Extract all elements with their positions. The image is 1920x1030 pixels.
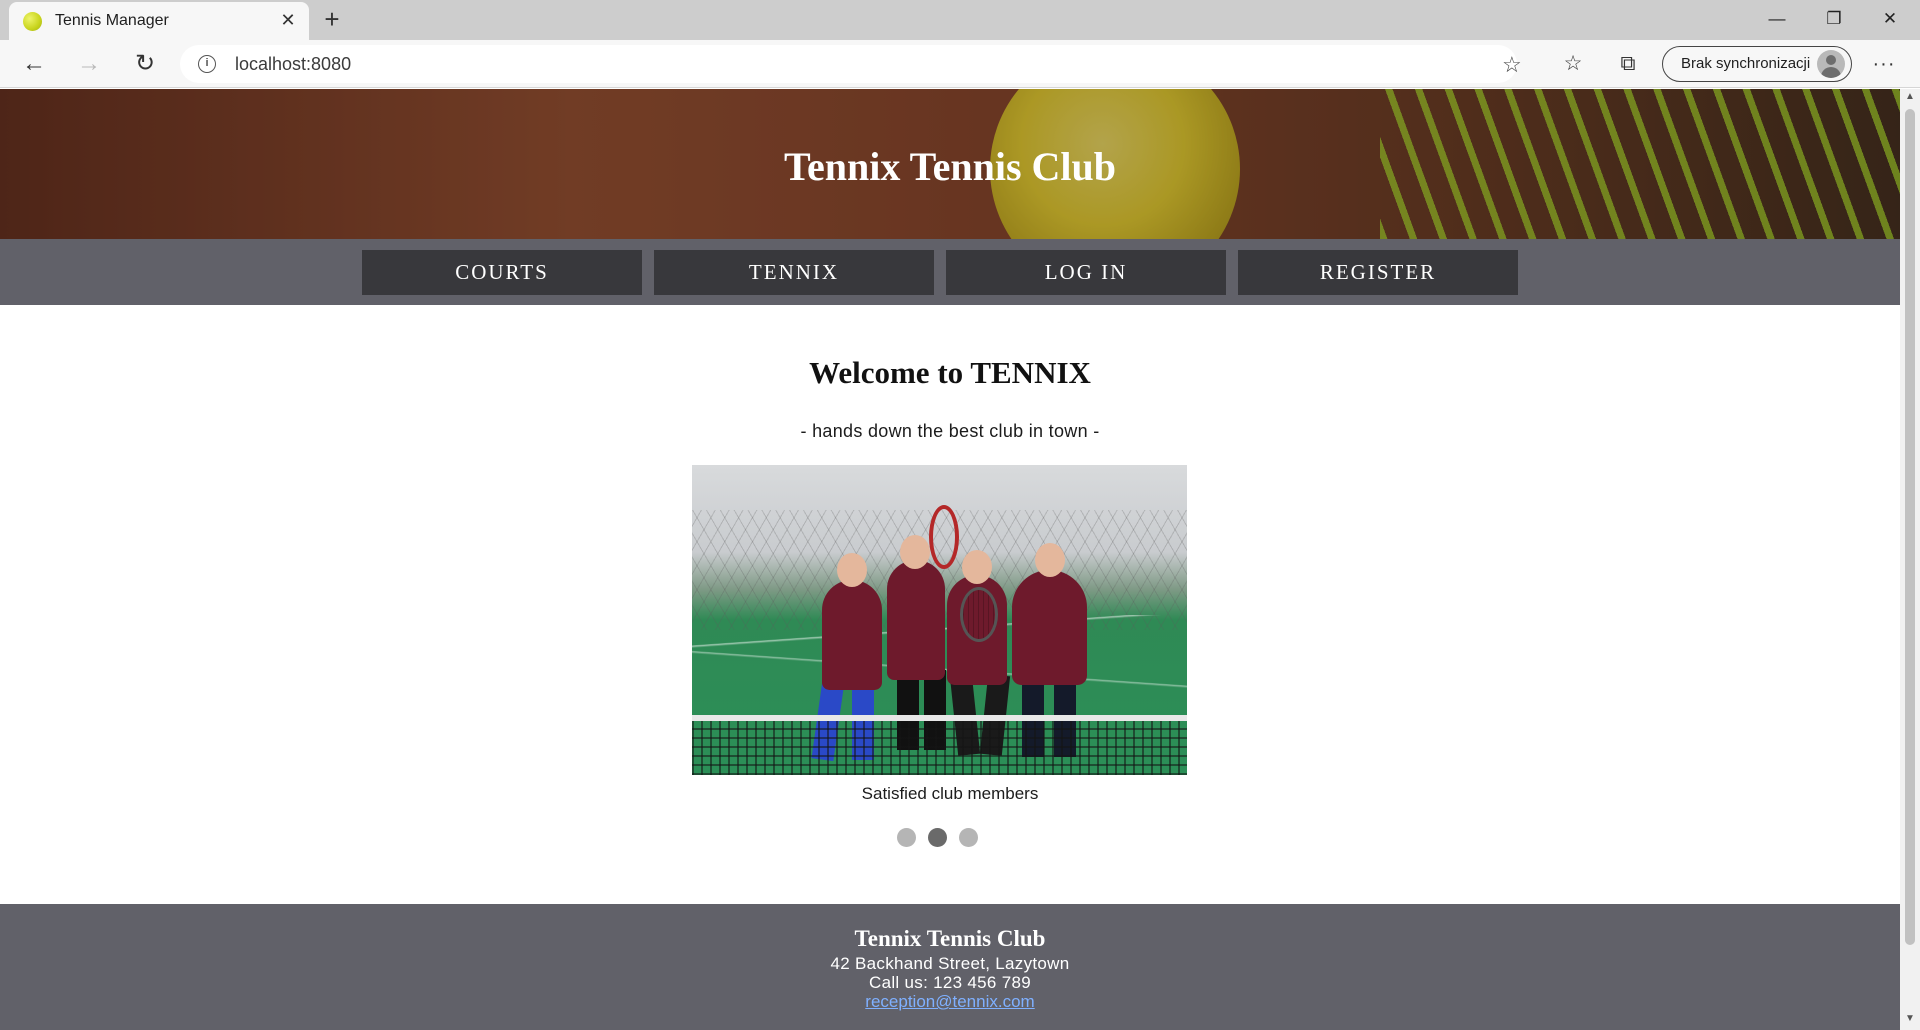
footer-phone: Call us: 123 456 789 bbox=[869, 973, 1031, 992]
footer-email-link[interactable]: reception@tennix.com bbox=[865, 992, 1034, 1011]
avatar-head bbox=[1826, 55, 1836, 65]
forward-button[interactable]: → bbox=[72, 48, 106, 80]
tennis-net bbox=[692, 715, 1187, 775]
head bbox=[962, 550, 992, 584]
nav-courts[interactable]: COURTS bbox=[362, 250, 642, 295]
nav-log-in[interactable]: LOG IN bbox=[946, 250, 1226, 295]
tab-title: Tennis Manager bbox=[55, 12, 169, 29]
tennis-ball-favicon-icon bbox=[23, 12, 42, 31]
racket bbox=[929, 505, 959, 569]
page-viewport: Tennix Tennis Club COURTS TENNIX LOG IN … bbox=[0, 89, 1900, 1030]
profile-sync-button[interactable]: Brak synchronizacji bbox=[1662, 46, 1852, 82]
nav-tennix[interactable]: TENNIX bbox=[654, 250, 934, 295]
page-scrollbar[interactable]: ▲ ▼ bbox=[1900, 89, 1920, 1030]
avatar-body bbox=[1821, 67, 1841, 78]
carousel-dot-2[interactable] bbox=[928, 828, 947, 847]
footer-email-line: reception@tennix.com bbox=[0, 992, 1900, 1012]
main-nav: COURTS TENNIX LOG IN REGISTER bbox=[0, 239, 1900, 305]
sync-label: Brak synchronizacji bbox=[1681, 55, 1811, 72]
welcome-heading: Welcome to TENNIX bbox=[809, 355, 1091, 390]
person bbox=[822, 580, 882, 690]
info-icon[interactable]: i bbox=[198, 55, 216, 73]
browser-tab[interactable]: Tennis Manager ✕ bbox=[9, 2, 309, 40]
star-add-icon[interactable]: ☆ bbox=[1502, 52, 1522, 78]
head bbox=[837, 553, 867, 587]
scroll-thumb[interactable] bbox=[1905, 109, 1915, 945]
reload-button[interactable]: ↻ bbox=[128, 48, 162, 80]
window-minimize-button[interactable]: — bbox=[1755, 2, 1799, 36]
tab-close-icon[interactable]: ✕ bbox=[277, 9, 299, 31]
carousel-dot-1[interactable] bbox=[897, 828, 916, 847]
site-title: Tennix Tennis Club bbox=[783, 144, 1117, 189]
racket bbox=[960, 587, 998, 642]
address-bar[interactable]: i localhost:8080 ☆ bbox=[180, 45, 1522, 83]
head bbox=[900, 535, 930, 569]
person bbox=[1012, 570, 1087, 685]
nav-register[interactable]: REGISTER bbox=[1238, 250, 1518, 295]
tagline: - hands down the best club in town - bbox=[800, 421, 1100, 441]
browser-toolbar: ← → ↻ i localhost:8080 ☆ ☆ ⧉ Brak synchr… bbox=[0, 40, 1920, 88]
carousel-caption: Satisfied club members bbox=[861, 784, 1039, 803]
scroll-up-icon[interactable]: ▲ bbox=[1905, 91, 1915, 102]
person bbox=[887, 560, 945, 680]
window-maximize-button[interactable]: ❐ bbox=[1812, 2, 1856, 36]
collections-icon[interactable]: ⧉ bbox=[1612, 48, 1644, 80]
hero-banner: Tennix Tennis Club bbox=[0, 89, 1900, 239]
footer-address: 42 Backhand Street, Lazytown bbox=[830, 954, 1070, 973]
window-close-button[interactable]: ✕ bbox=[1868, 2, 1912, 36]
head bbox=[1035, 543, 1065, 577]
carousel-indicators bbox=[897, 828, 1007, 848]
back-button[interactable]: ← bbox=[17, 48, 51, 80]
new-tab-button[interactable]: + bbox=[318, 5, 346, 33]
scroll-down-icon[interactable]: ▼ bbox=[1905, 1013, 1915, 1024]
footer-title: Tennix Tennis Club bbox=[854, 926, 1046, 951]
more-icon[interactable]: ··· bbox=[1868, 48, 1900, 80]
favorites-icon[interactable]: ☆ bbox=[1557, 48, 1589, 80]
url-text[interactable]: localhost:8080 bbox=[235, 54, 351, 75]
footer: Tennix Tennis Club 42 Backhand Street, L… bbox=[0, 904, 1900, 1030]
carousel-dot-3[interactable] bbox=[959, 828, 978, 847]
profile-icon bbox=[1817, 50, 1845, 78]
carousel-slide-image[interactable] bbox=[692, 465, 1187, 775]
browser-tab-strip: Tennis Manager ✕ + — ❐ ✕ bbox=[0, 0, 1920, 40]
